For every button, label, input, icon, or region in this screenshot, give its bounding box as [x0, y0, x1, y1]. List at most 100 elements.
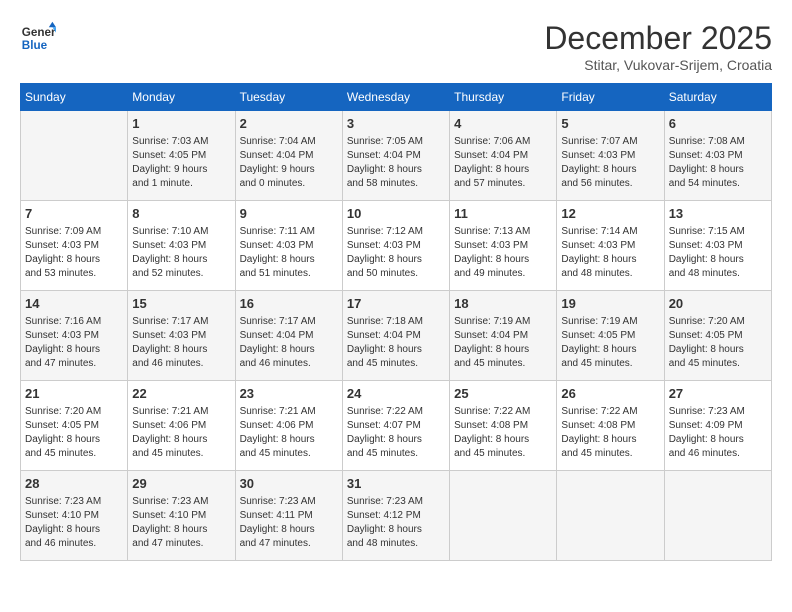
calendar-cell: 13 Sunrise: 7:15 AM Sunset: 4:03 PM Dayli… — [664, 201, 771, 291]
day-number: 21 — [25, 385, 123, 403]
calendar-week-row: 1 Sunrise: 7:03 AM Sunset: 4:05 PM Daylig… — [21, 111, 772, 201]
day-info: Sunrise: 7:07 AM Sunset: 4:03 PM Dayligh… — [561, 135, 659, 191]
calendar-cell: 25 Sunrise: 7:22 AM Sunset: 4:08 PM Dayli… — [450, 381, 557, 471]
day-number: 27 — [669, 385, 767, 403]
day-info: Sunrise: 7:20 AM Sunset: 4:05 PM Dayligh… — [25, 405, 123, 461]
day-info: Sunrise: 7:03 AM Sunset: 4:05 PM Dayligh… — [132, 135, 230, 191]
day-header-monday: Monday — [128, 84, 235, 111]
calendar-cell: 5 Sunrise: 7:07 AM Sunset: 4:03 PM Daylig… — [557, 111, 664, 201]
day-number: 25 — [454, 385, 552, 403]
calendar-cell: 2 Sunrise: 7:04 AM Sunset: 4:04 PM Daylig… — [235, 111, 342, 201]
calendar-cell — [450, 471, 557, 561]
day-header-thursday: Thursday — [450, 84, 557, 111]
day-info: Sunrise: 7:23 AM Sunset: 4:10 PM Dayligh… — [132, 495, 230, 551]
day-number: 14 — [25, 295, 123, 313]
day-number: 26 — [561, 385, 659, 403]
day-number: 5 — [561, 115, 659, 133]
day-number: 16 — [240, 295, 338, 313]
day-number: 15 — [132, 295, 230, 313]
calendar-cell: 19Sunrise: 7:19 AM Sunset: 4:05 PM Dayli… — [557, 291, 664, 381]
calendar-cell: 11 Sunrise: 7:13 AM Sunset: 4:03 PM Dayli… — [450, 201, 557, 291]
day-info: Sunrise: 7:09 AM Sunset: 4:03 PM Dayligh… — [25, 225, 123, 281]
calendar-cell: 26Sunrise: 7:22 AM Sunset: 4:08 PM Dayli… — [557, 381, 664, 471]
day-info: Sunrise: 7:12 AM Sunset: 4:03 PM Dayligh… — [347, 225, 445, 281]
day-number: 30 — [240, 475, 338, 493]
calendar-cell: 29 Sunrise: 7:23 AM Sunset: 4:10 PM Dayli… — [128, 471, 235, 561]
calendar-cell: 16 Sunrise: 7:17 AM Sunset: 4:04 PM Dayli… — [235, 291, 342, 381]
day-info: Sunrise: 7:21 AM Sunset: 4:06 PM Dayligh… — [132, 405, 230, 461]
day-info: Sunrise: 7:10 AM Sunset: 4:03 PM Dayligh… — [132, 225, 230, 281]
calendar-cell: 8Sunrise: 7:10 AM Sunset: 4:03 PM Daylig… — [128, 201, 235, 291]
calendar-cell — [21, 111, 128, 201]
day-header-friday: Friday — [557, 84, 664, 111]
calendar-cell: 1 Sunrise: 7:03 AM Sunset: 4:05 PM Daylig… — [128, 111, 235, 201]
day-number: 20 — [669, 295, 767, 313]
day-number: 13 — [669, 205, 767, 223]
day-info: Sunrise: 7:23 AM Sunset: 4:10 PM Dayligh… — [25, 495, 123, 551]
day-info: Sunrise: 7:22 AM Sunset: 4:07 PM Dayligh… — [347, 405, 445, 461]
calendar-cell: 31Sunrise: 7:23 AM Sunset: 4:12 PM Dayli… — [342, 471, 449, 561]
svg-text:Blue: Blue — [22, 39, 48, 52]
logo: General Blue — [20, 20, 56, 56]
calendar-week-row: 28 Sunrise: 7:23 AM Sunset: 4:10 PM Dayli… — [21, 471, 772, 561]
day-number: 31 — [347, 475, 445, 493]
calendar-cell: 24 Sunrise: 7:22 AM Sunset: 4:07 PM Dayli… — [342, 381, 449, 471]
day-number: 22 — [132, 385, 230, 403]
day-info: Sunrise: 7:05 AM Sunset: 4:04 PM Dayligh… — [347, 135, 445, 191]
day-number: 3 — [347, 115, 445, 133]
calendar-table: SundayMondayTuesdayWednesdayThursdayFrid… — [20, 83, 772, 561]
calendar-cell: 9 Sunrise: 7:11 AM Sunset: 4:03 PM Daylig… — [235, 201, 342, 291]
calendar-cell: 7 Sunrise: 7:09 AM Sunset: 4:03 PM Daylig… — [21, 201, 128, 291]
day-number: 23 — [240, 385, 338, 403]
day-number: 6 — [669, 115, 767, 133]
calendar-week-row: 14 Sunrise: 7:16 AM Sunset: 4:03 PM Dayli… — [21, 291, 772, 381]
logo-icon: General Blue — [20, 20, 56, 56]
month-title: December 2025 — [544, 20, 772, 57]
day-info: Sunrise: 7:19 AM Sunset: 4:04 PM Dayligh… — [454, 315, 552, 371]
title-block: December 2025 Stitar, Vukovar-Srijem, Cr… — [544, 20, 772, 73]
day-number: 1 — [132, 115, 230, 133]
calendar-header-row: SundayMondayTuesdayWednesdayThursdayFrid… — [21, 84, 772, 111]
day-info: Sunrise: 7:23 AM Sunset: 4:09 PM Dayligh… — [669, 405, 767, 461]
day-number: 7 — [25, 205, 123, 223]
calendar-cell — [557, 471, 664, 561]
day-info: Sunrise: 7:11 AM Sunset: 4:03 PM Dayligh… — [240, 225, 338, 281]
calendar-cell: 27 Sunrise: 7:23 AM Sunset: 4:09 PM Dayli… — [664, 381, 771, 471]
day-number: 17 — [347, 295, 445, 313]
calendar-cell — [664, 471, 771, 561]
calendar-cell: 18 Sunrise: 7:19 AM Sunset: 4:04 PM Dayli… — [450, 291, 557, 381]
calendar-cell: 17 Sunrise: 7:18 AM Sunset: 4:04 PM Dayli… — [342, 291, 449, 381]
day-info: Sunrise: 7:20 AM Sunset: 4:05 PM Dayligh… — [669, 315, 767, 371]
day-header-wednesday: Wednesday — [342, 84, 449, 111]
day-number: 28 — [25, 475, 123, 493]
calendar-week-row: 21 Sunrise: 7:20 AM Sunset: 4:05 PM Dayli… — [21, 381, 772, 471]
day-info: Sunrise: 7:16 AM Sunset: 4:03 PM Dayligh… — [25, 315, 123, 371]
calendar-cell: 22 Sunrise: 7:21 AM Sunset: 4:06 PM Dayli… — [128, 381, 235, 471]
day-header-saturday: Saturday — [664, 84, 771, 111]
calendar-cell: 3 Sunrise: 7:05 AM Sunset: 4:04 PM Daylig… — [342, 111, 449, 201]
day-number: 2 — [240, 115, 338, 133]
day-info: Sunrise: 7:17 AM Sunset: 4:04 PM Dayligh… — [240, 315, 338, 371]
day-header-sunday: Sunday — [21, 84, 128, 111]
day-number: 18 — [454, 295, 552, 313]
day-info: Sunrise: 7:04 AM Sunset: 4:04 PM Dayligh… — [240, 135, 338, 191]
day-info: Sunrise: 7:14 AM Sunset: 4:03 PM Dayligh… — [561, 225, 659, 281]
calendar-cell: 21 Sunrise: 7:20 AM Sunset: 4:05 PM Dayli… — [21, 381, 128, 471]
day-number: 24 — [347, 385, 445, 403]
calendar-cell: 6Sunrise: 7:08 AM Sunset: 4:03 PM Daylig… — [664, 111, 771, 201]
day-info: Sunrise: 7:18 AM Sunset: 4:04 PM Dayligh… — [347, 315, 445, 371]
day-info: Sunrise: 7:22 AM Sunset: 4:08 PM Dayligh… — [454, 405, 552, 461]
day-number: 9 — [240, 205, 338, 223]
calendar-cell: 10Sunrise: 7:12 AM Sunset: 4:03 PM Dayli… — [342, 201, 449, 291]
day-number: 11 — [454, 205, 552, 223]
location-subtitle: Stitar, Vukovar-Srijem, Croatia — [544, 57, 772, 73]
day-number: 29 — [132, 475, 230, 493]
day-info: Sunrise: 7:21 AM Sunset: 4:06 PM Dayligh… — [240, 405, 338, 461]
day-info: Sunrise: 7:15 AM Sunset: 4:03 PM Dayligh… — [669, 225, 767, 281]
day-number: 4 — [454, 115, 552, 133]
svg-text:General: General — [22, 26, 56, 39]
day-info: Sunrise: 7:19 AM Sunset: 4:05 PM Dayligh… — [561, 315, 659, 371]
day-number: 12 — [561, 205, 659, 223]
calendar-cell: 28 Sunrise: 7:23 AM Sunset: 4:10 PM Dayli… — [21, 471, 128, 561]
day-info: Sunrise: 7:13 AM Sunset: 4:03 PM Dayligh… — [454, 225, 552, 281]
